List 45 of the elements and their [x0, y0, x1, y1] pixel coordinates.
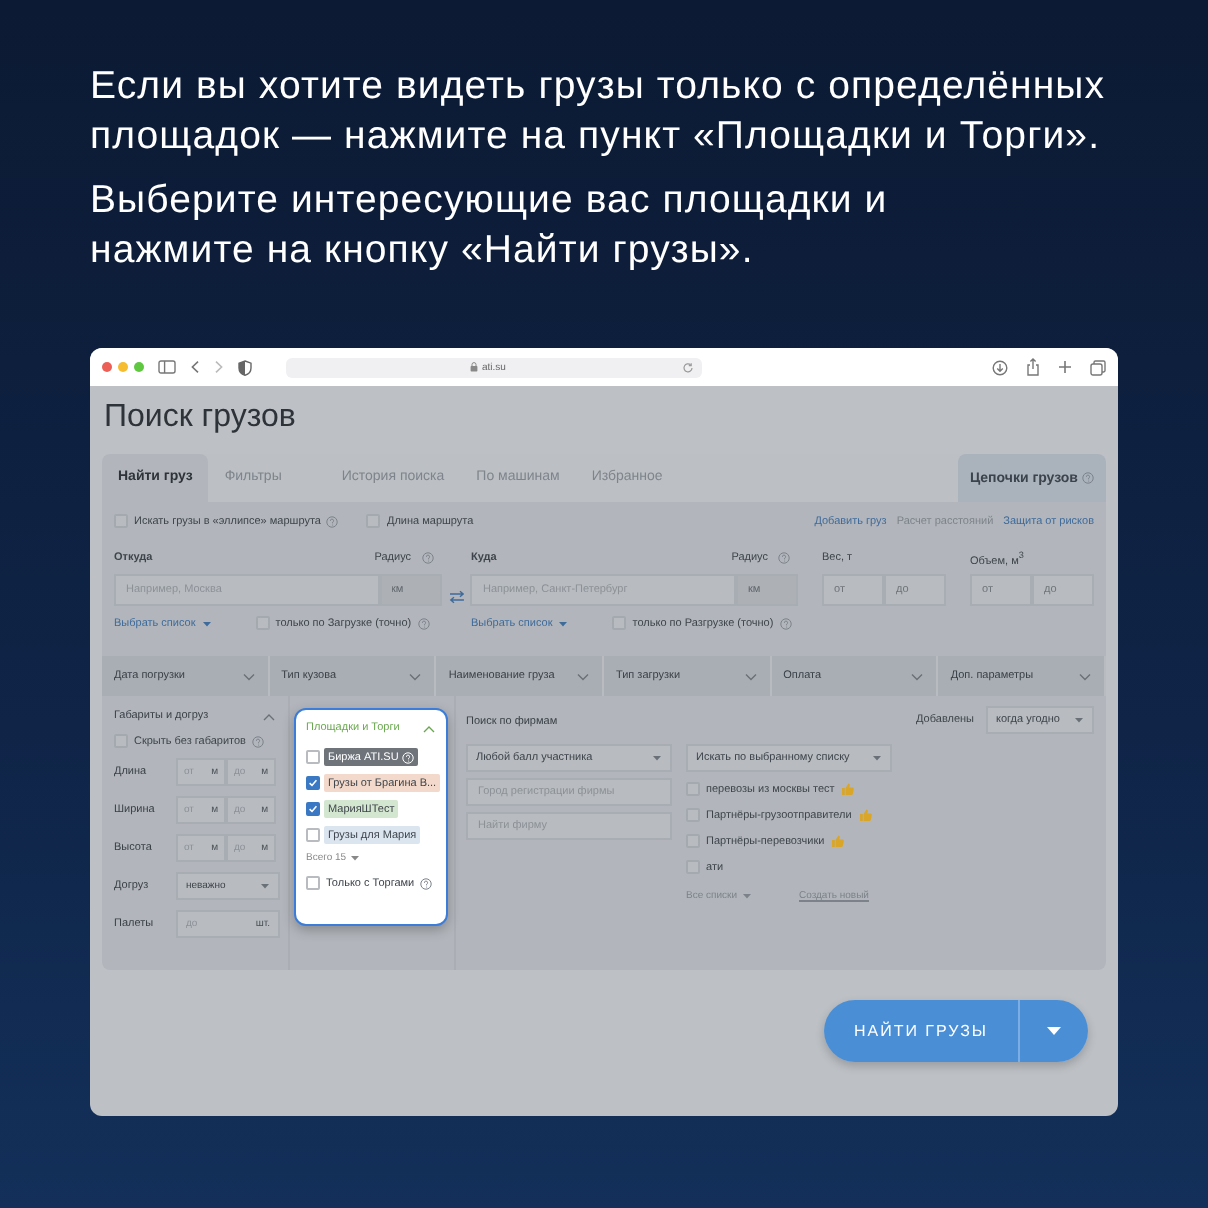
chevron-down-icon — [743, 671, 758, 681]
caret-icon — [652, 754, 662, 762]
help-icon — [417, 617, 430, 629]
checkbox[interactable] — [306, 876, 320, 890]
chevron-up-icon — [422, 723, 436, 733]
tabs-icon[interactable] — [1090, 359, 1106, 375]
caret-icon — [350, 854, 361, 862]
search-button[interactable]: НАЙТИ ГРУЗЫ — [823, 1000, 1018, 1062]
plus-icon[interactable] — [1058, 360, 1072, 374]
instruction-text: Если вы хотите видеть грузы только с определённых площадок — нажмите на пункт «Площадки и Торги». — [90, 62, 1108, 162]
caret-icon — [558, 619, 569, 627]
caret-icon — [741, 892, 751, 900]
checkbox[interactable] — [306, 828, 320, 842]
caret-icon — [1046, 1026, 1062, 1036]
page-title: Поиск грузов — [104, 398, 298, 438]
swap-icon[interactable] — [447, 590, 465, 604]
checkbox[interactable] — [306, 776, 320, 790]
caret-icon — [872, 754, 882, 762]
reload-icon[interactable] — [682, 361, 694, 373]
forward-icon[interactable] — [214, 360, 224, 374]
chevron-down-icon — [241, 671, 256, 681]
caret-icon — [201, 619, 212, 627]
shield-icon[interactable] — [238, 359, 252, 375]
chevron-down-icon — [575, 671, 590, 681]
help-icon — [421, 552, 434, 564]
back-icon[interactable] — [190, 360, 200, 374]
lock-icon — [470, 362, 479, 372]
sidebar-icon[interactable] — [158, 360, 176, 374]
caret-icon — [260, 882, 270, 890]
checkbox[interactable] — [306, 750, 320, 764]
download-icon[interactable] — [992, 359, 1008, 375]
chevron-down-icon — [910, 671, 925, 681]
help-icon — [779, 617, 792, 629]
instruction-text: Выберите интересующие вас площадки и нажмите на кнопку «Найти грузы». — [90, 176, 890, 276]
help-icon — [420, 877, 433, 889]
chevron-down-icon — [1077, 671, 1092, 681]
dropdown-button[interactable] — [1018, 1000, 1088, 1062]
checkbox[interactable] — [306, 802, 320, 816]
help-icon — [251, 735, 264, 747]
chevron-down-icon — [408, 671, 423, 681]
chevron-up-icon — [262, 711, 276, 721]
help-icon — [1082, 472, 1094, 484]
share-icon[interactable] — [1026, 358, 1040, 376]
help-icon — [778, 552, 790, 564]
caret-icon — [1074, 716, 1084, 724]
